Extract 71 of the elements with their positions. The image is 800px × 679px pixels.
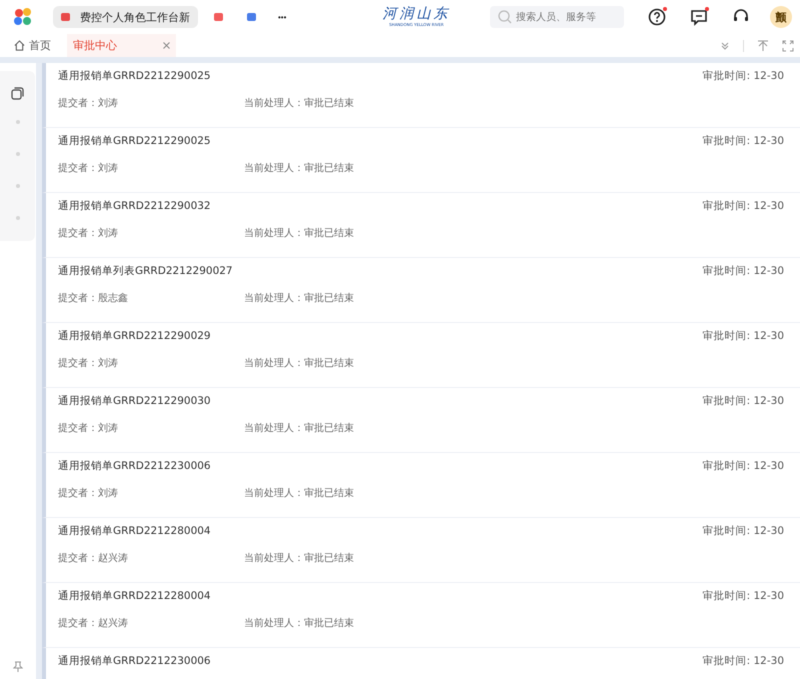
approval-time: 审批时间: 12-30: [702, 199, 784, 213]
submitter: 提交者：殷志鑫: [58, 292, 129, 305]
document-title: 通用报销单GRRD2212290025: [58, 69, 211, 83]
submitter: 提交者：刘涛: [58, 486, 119, 500]
notification-dot: [663, 7, 667, 11]
current-handler: 当前处理人：审批已结束: [244, 96, 354, 110]
submitter: 提交者：刘涛: [58, 356, 119, 370]
home-icon: [14, 40, 25, 51]
page-tab[interactable]: 审批中心: [67, 34, 176, 57]
rail-dot[interactable]: [16, 120, 20, 124]
approval-card[interactable]: 通用报销单GRRD2212290025 审批时间: 12-30 提交者：刘涛 当前处理人：审批已结束: [42, 63, 800, 128]
submitter: 提交者：刘涛: [58, 162, 119, 175]
current-handler: 当前处理人：审批已结束: [244, 552, 354, 565]
approval-time: 审批时间: 12-30: [702, 329, 784, 343]
document-title: 通用报销单GRRD2212290029: [58, 329, 211, 343]
approval-card[interactable]: 通用报销单GRRD2212290030 审批时间: 12-30 提交者：刘涛 当前处理人：审批已结束: [42, 388, 800, 453]
approval-time: 审批时间: 12-30: [702, 264, 784, 278]
document-title: 通用报销单列表GRRD2212290027: [58, 264, 233, 278]
document-title: 通用报销单GRRD2212280004: [58, 524, 211, 538]
notification-dot: [705, 7, 709, 11]
app-logo-icon[interactable]: [13, 7, 33, 27]
submitter: 提交者：刘涛: [58, 96, 119, 110]
rail-dot[interactable]: [16, 216, 20, 220]
approval-card[interactable]: 通用报销单GRRD2212230006 审批时间: 12-30: [42, 648, 800, 679]
approval-time: 审批时间: 12-30: [702, 394, 784, 408]
approval-card[interactable]: 通用报销单GRRD2212290032 审批时间: 12-30 提交者：刘涛 当前处理人：审批已结束: [42, 193, 800, 258]
document-title: 通用报销单GRRD2212280004: [58, 589, 211, 603]
approval-card[interactable]: 通用报销单GRRD2212280004 审批时间: 12-30 提交者：赵兴涛 当前处理人：审批已结束: [42, 583, 800, 648]
document-title: 通用报销单GRRD2212290025: [58, 134, 211, 148]
current-handler: 当前处理人：审批已结束: [244, 356, 354, 370]
message-icon[interactable]: [690, 8, 708, 26]
user-avatar[interactable]: 颤: [770, 6, 792, 28]
current-handler: 当前处理人：审批已结束: [244, 422, 354, 435]
document-title: 通用报销单GRRD2212290032: [58, 199, 211, 213]
more-button[interactable]: •••: [272, 12, 292, 22]
current-handler: 当前处理人：审批已结束: [244, 616, 354, 630]
submitter: 提交者：刘涛: [58, 226, 119, 240]
close-icon[interactable]: [163, 42, 170, 49]
chevron-down-icon[interactable]: [720, 40, 730, 50]
approval-time: 审批时间: 12-30: [702, 524, 784, 538]
rail-dot[interactable]: [16, 184, 20, 188]
approval-card[interactable]: 通用报销单GRRD2212230006 审批时间: 12-30 提交者：刘涛 当前处理人：审批已结束: [42, 453, 800, 518]
document-title: 通用报销单GRRD2212230006: [58, 459, 211, 473]
search-field[interactable]: 搜索人员、服务等: [490, 6, 624, 28]
help-icon[interactable]: [648, 8, 666, 26]
current-handler: 当前处理人：审批已结束: [244, 226, 354, 240]
document-title: 通用报销单GRRD2212230006: [58, 654, 211, 668]
submitter: 提交者：赵兴涛: [58, 552, 129, 565]
app-tab[interactable]: 费控个人角色工作台新: [53, 6, 198, 28]
current-handler: 当前处理人：审批已结束: [244, 486, 354, 500]
fullscreen-icon[interactable]: [782, 40, 794, 52]
approval-card[interactable]: 通用报销单列表GRRD2212290027 审批时间: 12-30 提交者：殷志鑫 当前处理人：审批已结束: [42, 258, 800, 323]
brand-logo-text: 河润山东: [382, 7, 450, 22]
current-handler: 当前处理人：审批已结束: [244, 292, 354, 305]
approval-time: 审批时间: 12-30: [702, 459, 784, 473]
approval-time: 审批时间: 12-30: [702, 134, 784, 148]
submitter: 提交者：刘涛: [58, 422, 119, 435]
document-title: 通用报销单GRRD2212290030: [58, 394, 211, 408]
approval-card[interactable]: 通用报销单GRRD2212290025 审批时间: 12-30 提交者：刘涛 当前处理人：审批已结束: [42, 128, 800, 193]
cards-icon[interactable]: [11, 87, 24, 100]
upload-icon[interactable]: [757, 40, 769, 52]
submitter: 提交者：赵兴涛: [58, 616, 129, 630]
pin-icon[interactable]: [13, 661, 23, 673]
approval-time: 审批时间: 12-30: [702, 69, 784, 83]
approval-time: 审批时间: 12-30: [702, 654, 784, 668]
approval-card[interactable]: 通用报销单GRRD2212280004 审批时间: 12-30 提交者：赵兴涛 当前处理人：审批已结束: [42, 518, 800, 583]
approval-card[interactable]: 通用报销单GRRD2212290029 审批时间: 12-30 提交者：刘涛 当前处理人：审批已结束: [42, 323, 800, 388]
approval-time: 审批时间: 12-30: [702, 589, 784, 603]
page-tab[interactable]: 首页: [8, 34, 57, 57]
rail-dot[interactable]: [16, 152, 20, 156]
current-handler: 当前处理人：审批已结束: [244, 162, 354, 175]
